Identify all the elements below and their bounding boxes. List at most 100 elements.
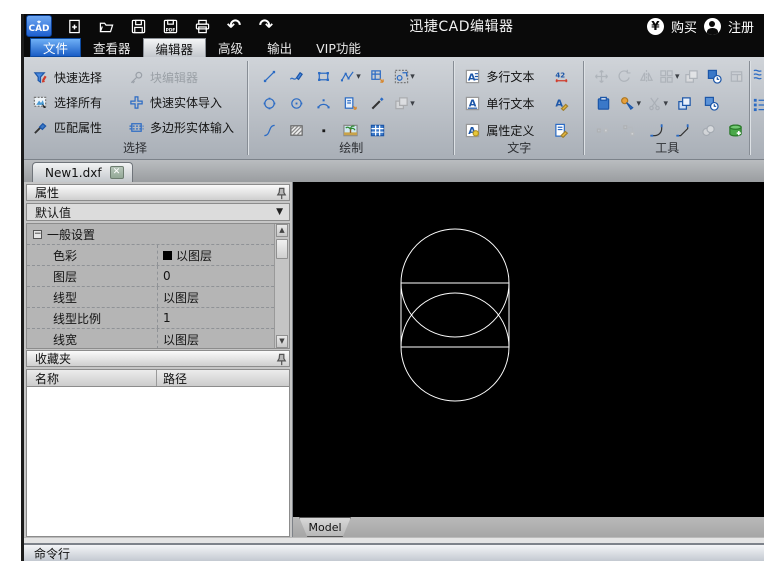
array-icon[interactable]: ▾: [658, 65, 681, 88]
select-all-button[interactable]: 选择所有: [32, 94, 128, 111]
line-icon[interactable]: [256, 65, 283, 88]
block-page-icon[interactable]: [337, 92, 364, 115]
command-line-label: 命令行: [34, 545, 70, 561]
property-row-lineweight[interactable]: 线宽 以图层: [27, 329, 289, 349]
arc-icon[interactable]: [310, 92, 337, 115]
multiline-text-button[interactable]: A多行文本42: [464, 65, 582, 87]
property-row-linetype-scale[interactable]: 线型比例 1: [27, 308, 289, 329]
yen-coin-icon: ¥: [647, 18, 664, 35]
attribute-define-button[interactable]: A属性定义: [464, 119, 582, 141]
edit-attribute-icon[interactable]: [553, 122, 570, 139]
polyline-icon[interactable]: ▾: [337, 65, 364, 88]
save-pdf-icon[interactable]: PDF: [160, 16, 180, 36]
polygon-input-button[interactable]: 多边形实体输入: [128, 119, 256, 136]
rotate-icon[interactable]: [613, 65, 636, 88]
menu-viewer[interactable]: 查看器: [81, 38, 143, 57]
import-entity-button[interactable]: 快速实体导入: [128, 94, 256, 111]
menu-advanced[interactable]: 高级: [206, 38, 255, 57]
print-icon[interactable]: [192, 16, 212, 36]
text-scale-icon[interactable]: 42: [553, 68, 570, 85]
import-entity-icon: [128, 94, 145, 111]
menu-vip[interactable]: VIP功能: [304, 38, 373, 57]
property-row-linetype[interactable]: 线型 以图层: [27, 287, 289, 308]
pin-icon[interactable]: [274, 186, 285, 199]
copy-shadow-icon[interactable]: ▾: [391, 92, 418, 115]
rectangle-icon[interactable]: [310, 65, 337, 88]
copy-stack-blue-icon[interactable]: [671, 92, 698, 115]
svg-text:PDF: PDF: [165, 27, 175, 33]
svg-text:42: 42: [556, 70, 566, 79]
freehand-icon[interactable]: [283, 65, 310, 88]
new-file-icon[interactable]: [64, 16, 84, 36]
match-properties-button[interactable]: 匹配属性: [32, 119, 128, 136]
favorites-column-headers: 名称 路径: [26, 369, 290, 387]
move-icon[interactable]: [590, 65, 613, 88]
menu-editor[interactable]: 编辑器: [143, 38, 207, 57]
group-label-tools: 工具: [586, 139, 748, 156]
user-icon: [704, 18, 721, 35]
collapse-icon[interactable]: −: [33, 230, 42, 239]
app-logo-label: CAD: [28, 25, 49, 34]
ribbon-divider: [583, 61, 585, 155]
region-icon[interactable]: ▾: [391, 65, 418, 88]
favorites-panel-header: 收藏夹: [26, 350, 290, 367]
copy-stack-icon[interactable]: [681, 65, 704, 88]
circle-node-icon[interactable]: [283, 92, 310, 115]
buy-button[interactable]: 购买: [671, 17, 697, 36]
favorites-list[interactable]: [26, 387, 290, 537]
property-grid-scrollbar[interactable]: ▲ ▼: [274, 224, 289, 348]
cad-drawing: [293, 182, 764, 517]
spray-brush-icon[interactable]: ▾: [617, 92, 644, 115]
block-editor-icon: [128, 69, 145, 86]
multiline-text-icon: A: [464, 68, 481, 85]
properties-panel-header: 属性: [26, 184, 290, 201]
column-header-path[interactable]: 路径: [157, 370, 289, 386]
property-row-color[interactable]: 色彩 以图层: [27, 245, 289, 266]
ribbon-divider: [453, 61, 455, 155]
redo-icon[interactable]: ↷: [256, 16, 276, 36]
block-editor-button[interactable]: 块编辑器: [128, 69, 256, 86]
app-logo[interactable]: ⌖CAD: [26, 15, 52, 37]
drawing-canvas[interactable]: [293, 182, 764, 517]
gradient-line-icon[interactable]: [364, 92, 391, 115]
sync-block2-icon[interactable]: [698, 92, 725, 115]
window-title: 迅捷CAD编辑器: [276, 16, 647, 36]
spell-check-icon[interactable]: A: [553, 95, 570, 112]
chevron-down-icon: ▼: [276, 207, 283, 217]
property-section-row[interactable]: −一般设置: [27, 224, 289, 245]
quick-select-button[interactable]: 快速选择: [32, 69, 128, 86]
document-tab[interactable]: New1.dxf ✕: [32, 162, 133, 182]
pin-icon[interactable]: [274, 352, 285, 365]
sync-block-icon[interactable]: [703, 65, 726, 88]
command-line-bar[interactable]: 命令行: [24, 543, 764, 561]
trim-icon[interactable]: ▾: [644, 92, 671, 115]
menu-output[interactable]: 输出: [255, 38, 304, 57]
scroll-down-icon[interactable]: ▼: [276, 335, 288, 348]
insert-block-icon[interactable]: [364, 65, 391, 88]
align-window-icon[interactable]: [726, 65, 749, 88]
circle-icon[interactable]: [256, 92, 283, 115]
left-panel: 属性 默认值 ▼ −一般设置 色彩 以图层 图层 0: [24, 182, 293, 543]
scrollbar-thumb[interactable]: [276, 239, 288, 259]
ribbon-divider: [749, 61, 751, 155]
scroll-up-icon[interactable]: ▲: [276, 224, 288, 237]
preset-value: 默认值: [35, 204, 71, 221]
open-folder-icon[interactable]: [96, 16, 116, 36]
singleline-text-button[interactable]: A单行文本A: [464, 92, 582, 114]
property-preset-combobox[interactable]: 默认值 ▼: [26, 203, 290, 221]
clipped-tool-icon: [752, 67, 764, 85]
menu-file[interactable]: 文件: [30, 38, 81, 57]
paste-icon[interactable]: [590, 92, 617, 115]
register-button[interactable]: 注册: [728, 17, 754, 36]
menubar: 文件 查看器 编辑器 高级 输出 VIP功能: [24, 38, 764, 57]
column-header-name[interactable]: 名称: [27, 370, 157, 386]
model-tab[interactable]: Model: [299, 517, 351, 537]
save-icon[interactable]: [128, 16, 148, 36]
property-row-layer[interactable]: 图层 0: [27, 266, 289, 287]
quick-access-toolbar: PDF ↶ ↷: [64, 16, 276, 36]
close-icon[interactable]: ✕: [110, 166, 124, 179]
properties-panel-title: 属性: [35, 184, 59, 201]
mirror-icon[interactable]: [635, 65, 658, 88]
ribbon-group-draw: ▾▾▾ 绘制: [250, 57, 452, 159]
undo-icon[interactable]: ↶: [224, 16, 244, 36]
